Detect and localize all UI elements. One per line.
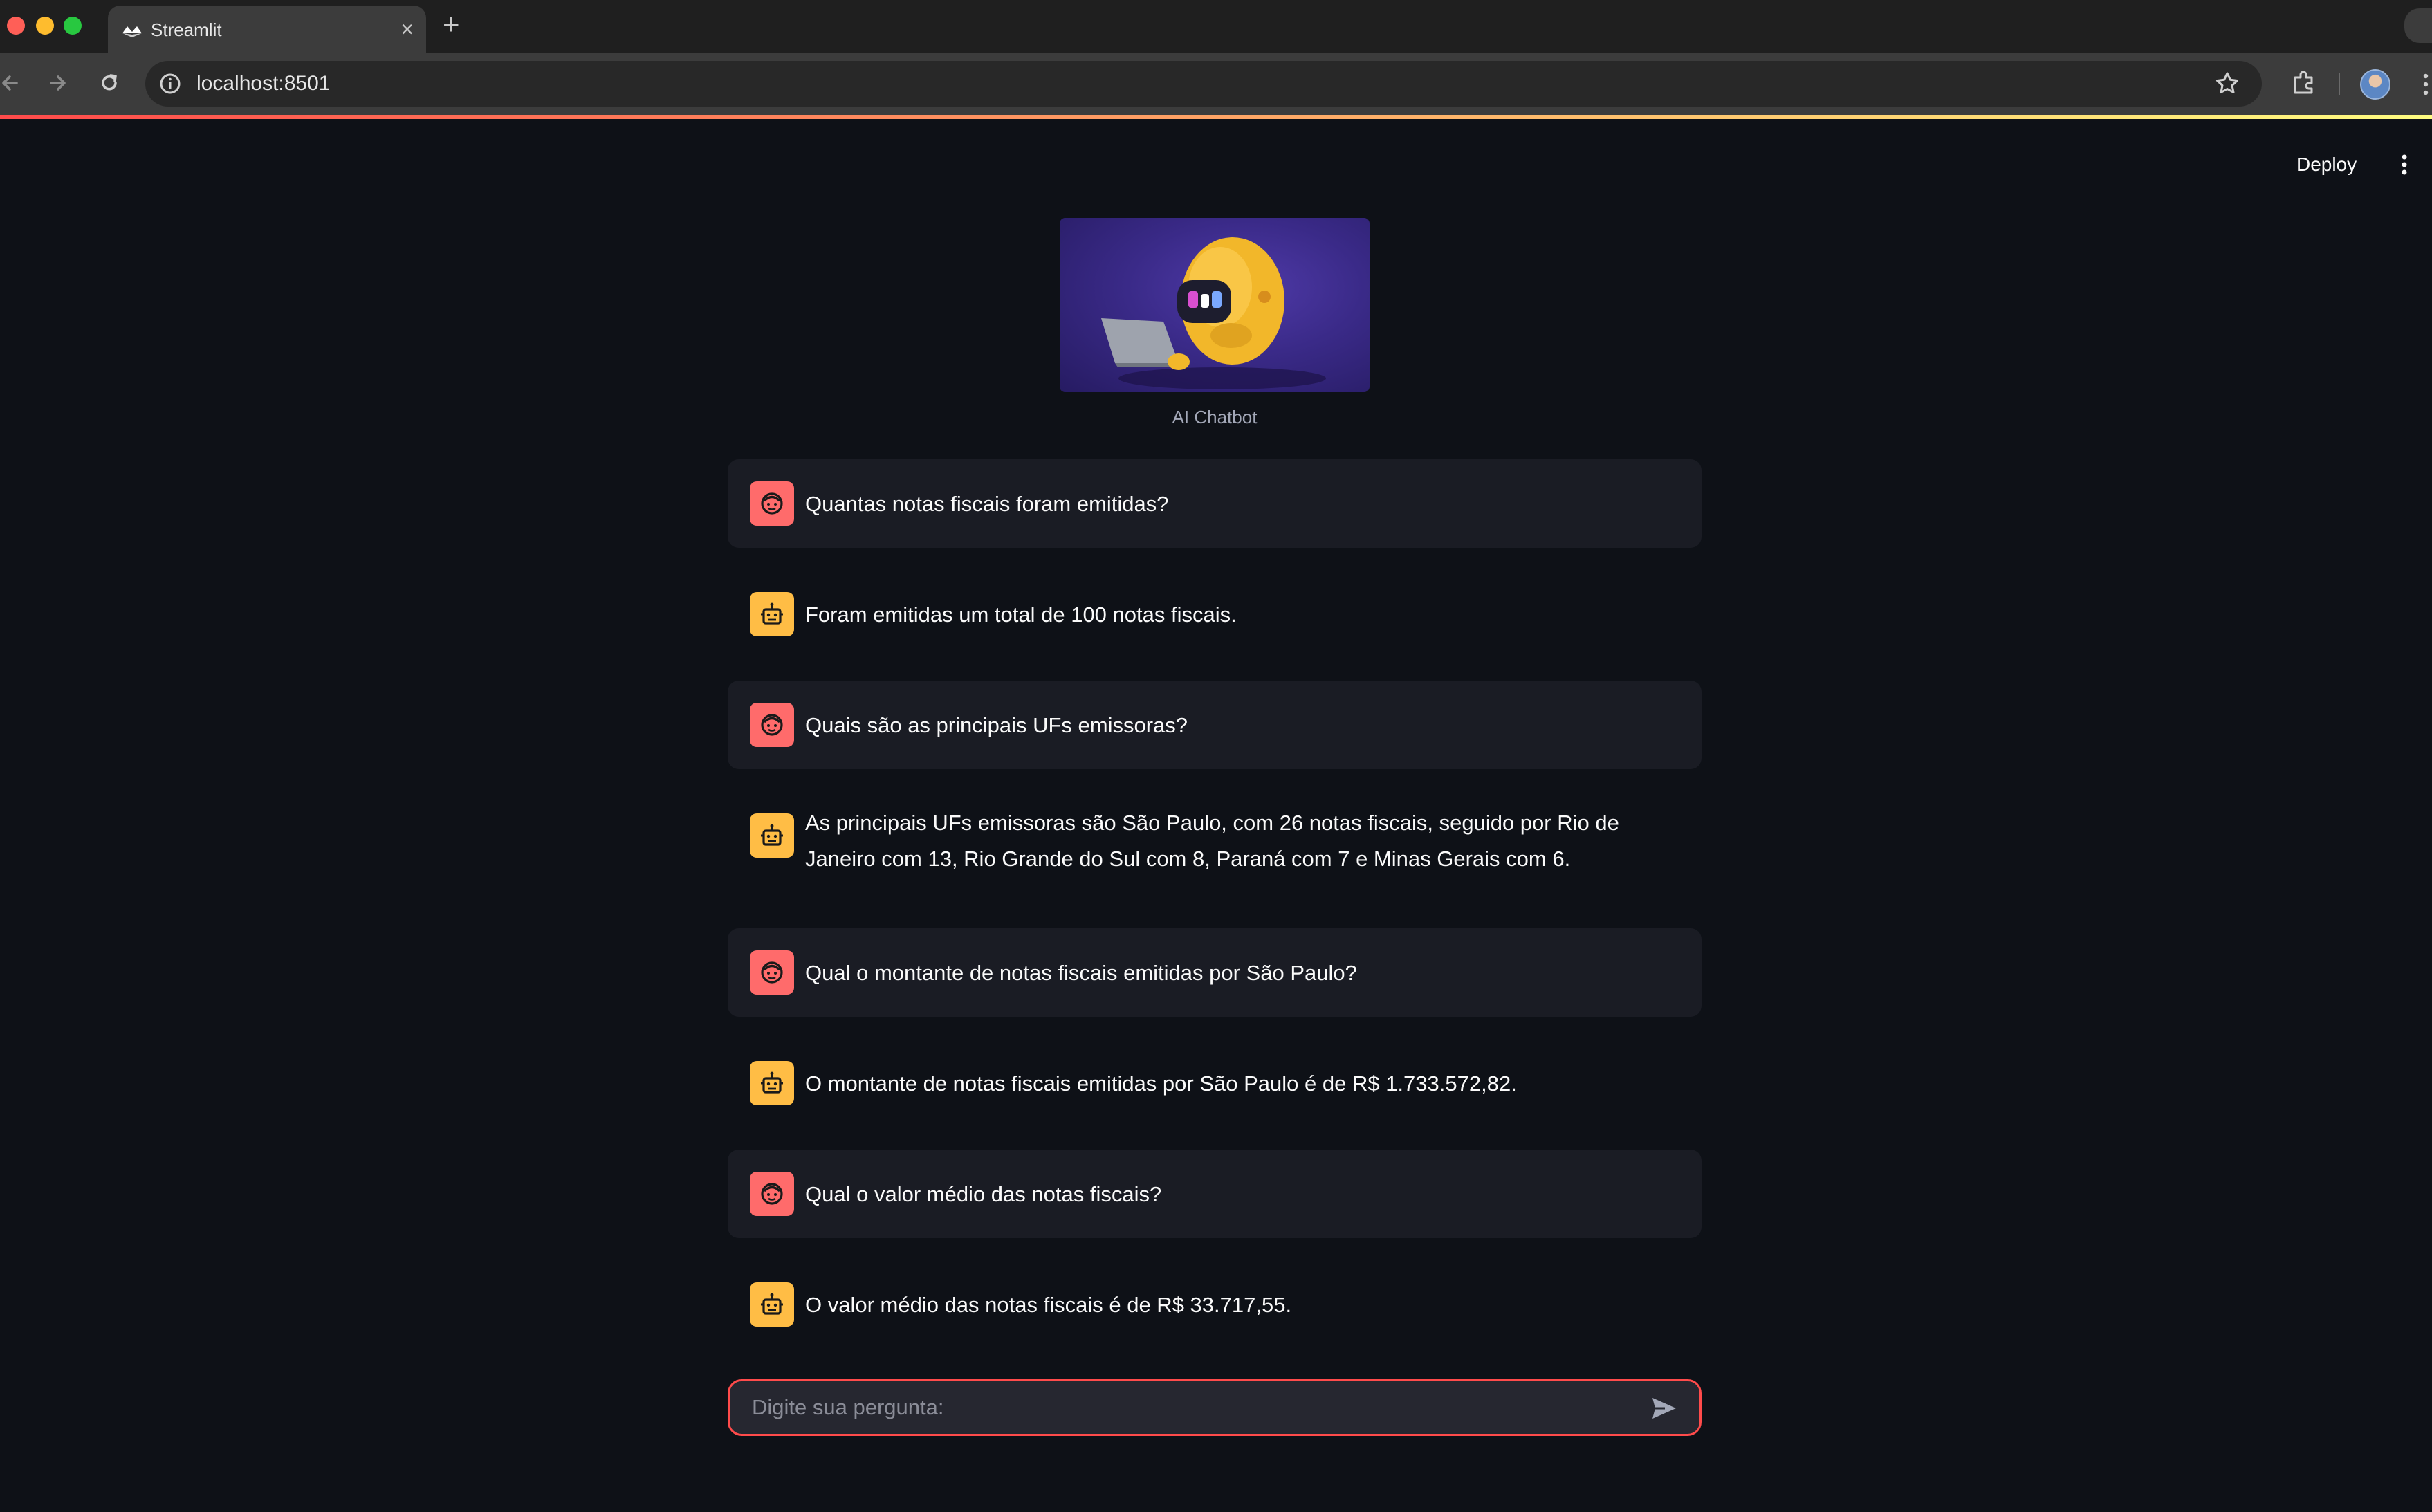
user-face-icon bbox=[750, 481, 794, 526]
chat-message-user: Qual o valor médio das notas fiscais? bbox=[728, 1150, 1702, 1238]
message-text: Qual o valor médio das notas fiscais? bbox=[805, 1182, 1162, 1206]
new-tab-button[interactable]: + bbox=[443, 10, 460, 39]
robot-icon bbox=[750, 813, 794, 858]
chat-input[interactable] bbox=[752, 1388, 1610, 1427]
chat-message-assistant: Foram emitidas um total de 100 notas fis… bbox=[728, 570, 1702, 658]
robot-icon bbox=[750, 1282, 794, 1327]
forward-icon[interactable] bbox=[43, 68, 73, 98]
message-text: Quantas notas fiscais foram emitidas? bbox=[805, 492, 1169, 516]
message-text: Qual o montante de notas fiscais emitida… bbox=[805, 961, 1357, 985]
deploy-button[interactable]: Deploy bbox=[2296, 151, 2357, 178]
robot-icon bbox=[750, 1061, 794, 1105]
toolbar-divider bbox=[2339, 73, 2340, 95]
user-face-icon bbox=[750, 950, 794, 995]
robot-illustration bbox=[1101, 237, 1326, 389]
user-face-icon bbox=[750, 1172, 794, 1216]
browser-tab-bar: Streamlit × + bbox=[0, 0, 2432, 53]
address-bar[interactable]: localhost:8501 bbox=[145, 61, 2262, 107]
hero-caption: AI Chatbot bbox=[1172, 407, 1258, 427]
tab-title: Streamlit bbox=[151, 19, 222, 40]
main-menu-icon[interactable] bbox=[2397, 151, 2411, 178]
browser-toolbar: localhost:8501 bbox=[0, 53, 2432, 115]
chatbot-hero-image bbox=[1060, 218, 1370, 392]
bookmark-star-icon[interactable] bbox=[2213, 70, 2241, 98]
message-text: O montante de notas fiscais emitidas por… bbox=[805, 1071, 1517, 1096]
back-icon[interactable] bbox=[0, 68, 26, 98]
extensions-puzzle-icon[interactable] bbox=[2288, 68, 2319, 98]
tab-close-icon[interactable]: × bbox=[400, 17, 414, 42]
maximize-window-button[interactable] bbox=[64, 17, 82, 35]
reload-icon[interactable] bbox=[94, 68, 125, 98]
user-face-icon bbox=[750, 703, 794, 747]
browser-menu-icon[interactable] bbox=[2421, 71, 2431, 98]
message-text: Quais são as principais UFs emissoras? bbox=[805, 713, 1188, 737]
chat-message-user: Quantas notas fiscais foram emitidas? bbox=[728, 459, 1702, 548]
minimize-window-button[interactable] bbox=[36, 17, 54, 35]
chat-message-assistant: O valor médio das notas fiscais é de R$ … bbox=[728, 1260, 1702, 1349]
browser-tab[interactable]: Streamlit × bbox=[108, 6, 426, 53]
streamlit-favicon-icon bbox=[122, 26, 142, 37]
robot-icon bbox=[750, 592, 794, 636]
url-text[interactable]: localhost:8501 bbox=[196, 72, 330, 95]
profile-avatar[interactable] bbox=[2360, 69, 2390, 100]
message-text: Foram emitidas um total de 100 notas fis… bbox=[805, 602, 1237, 627]
message-text: As principais UFs emissoras são São Paul… bbox=[805, 811, 1619, 871]
close-window-button[interactable] bbox=[7, 17, 25, 35]
send-icon[interactable] bbox=[1648, 1392, 1680, 1424]
chat-message-assistant: As principais UFs emissoras são São Paul… bbox=[728, 791, 1702, 916]
message-text: O valor médio das notas fiscais é de R$ … bbox=[805, 1293, 1292, 1317]
tab-search-button[interactable] bbox=[2404, 8, 2432, 43]
chat-message-assistant: O montante de notas fiscais emitidas por… bbox=[728, 1039, 1702, 1127]
chat-message-user: Quais são as principais UFs emissoras? bbox=[728, 681, 1702, 769]
streamlit-app: Deploy AI Chatbot Quantas notas fiscais … bbox=[0, 119, 2432, 1512]
site-info-icon[interactable] bbox=[158, 71, 183, 96]
chat-message-user: Qual o montante de notas fiscais emitida… bbox=[728, 928, 1702, 1017]
chat-input-container bbox=[728, 1379, 1702, 1436]
